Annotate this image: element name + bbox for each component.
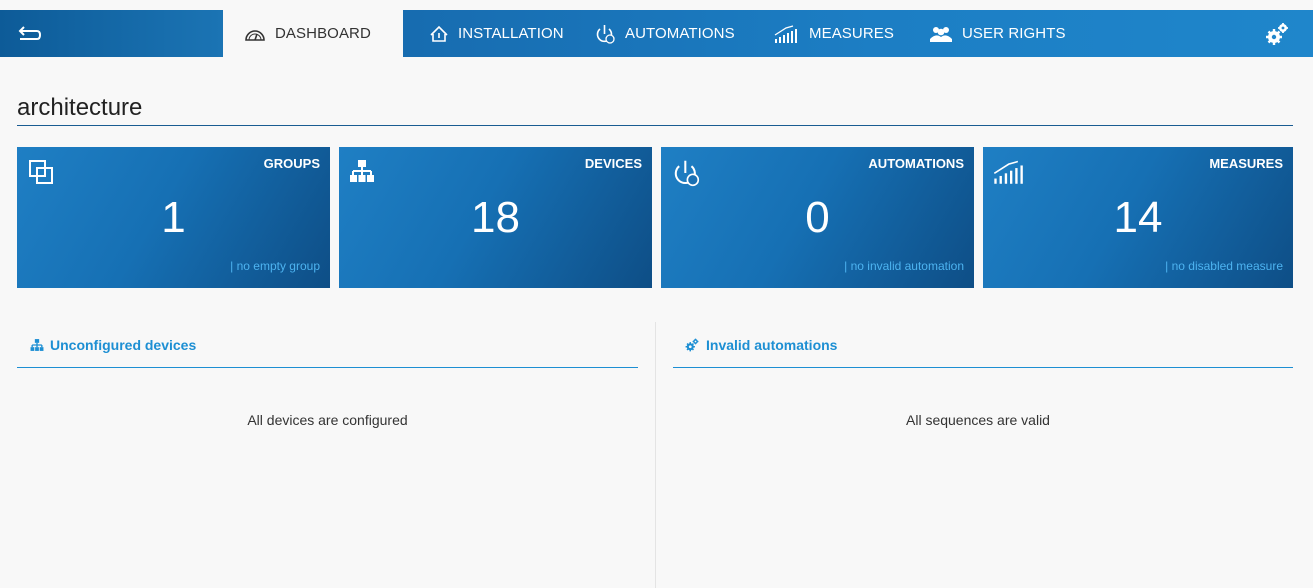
power-timer-icon (596, 24, 615, 44)
card-label: AUTOMATIONS (868, 156, 964, 171)
card-devices[interactable]: DEVICES 18 (339, 147, 652, 288)
card-automations[interactable]: AUTOMATIONS 0 | no invalid automation (661, 147, 974, 288)
card-label: DEVICES (584, 156, 642, 171)
tab-user-rights[interactable]: USER RIGHTS (929, 10, 1066, 57)
card-status: | no empty group (230, 259, 320, 273)
house-icon (430, 25, 448, 42)
tab-label: MEASURES (809, 25, 894, 42)
tab-dashboard[interactable]: DASHBOARD (223, 10, 403, 57)
tab-label: INSTALLATION (458, 25, 564, 42)
tab-label: DASHBOARD (275, 25, 371, 42)
users-icon (930, 26, 952, 42)
back-arrow-icon[interactable] (16, 22, 42, 46)
back-area (0, 10, 223, 57)
overlapping-squares-icon (27, 158, 55, 191)
signal-bars-icon (774, 24, 797, 43)
panel-message: All sequences are valid (906, 412, 1050, 428)
main-nav: DASHBOARD INSTALLATION AUTOMATIONS MEASU… (223, 10, 1313, 57)
tab-automations[interactable]: AUTOMATIONS (594, 10, 735, 57)
card-measures[interactable]: MEASURES 14 | no disabled measure (983, 147, 1293, 288)
signal-bars-icon (993, 158, 1027, 191)
page-title: architecture (17, 94, 143, 121)
top-navigation-bar: DASHBOARD INSTALLATION AUTOMATIONS MEASU… (0, 0, 1313, 67)
title-divider (17, 125, 1293, 126)
panel-unconfigured-devices-header: Unconfigured devices (30, 337, 196, 353)
tab-label: AUTOMATIONS (625, 25, 735, 42)
network-tree-icon (349, 158, 375, 189)
power-timer-icon (671, 158, 701, 193)
tab-installation[interactable]: INSTALLATION (429, 10, 564, 57)
panel-title: Invalid automations (706, 337, 838, 353)
card-label: MEASURES (1209, 156, 1283, 171)
tab-measures[interactable]: MEASURES (774, 10, 894, 57)
card-label: GROUPS (263, 156, 320, 171)
card-value: 1 (161, 193, 186, 242)
tab-label: USER RIGHTS (962, 25, 1066, 42)
gears-icon (685, 338, 699, 352)
gears-icon[interactable] (1265, 22, 1289, 46)
card-value: 18 (471, 193, 520, 242)
panel-divider (17, 367, 638, 368)
panel-invalid-automations-header: Invalid automations (684, 337, 837, 353)
card-value: 14 (1113, 193, 1163, 242)
card-status: | no disabled measure (1165, 259, 1283, 273)
network-tree-icon (30, 339, 44, 351)
panel-title: Unconfigured devices (50, 337, 197, 353)
panel-separator (655, 322, 656, 588)
panel-message: All devices are configured (247, 412, 408, 428)
card-groups[interactable]: GROUPS 1 | no empty group (17, 147, 330, 288)
gauge-icon (245, 29, 265, 41)
panel-divider (673, 367, 1293, 368)
card-status: | no invalid automation (844, 259, 964, 273)
card-value: 0 (805, 193, 830, 242)
